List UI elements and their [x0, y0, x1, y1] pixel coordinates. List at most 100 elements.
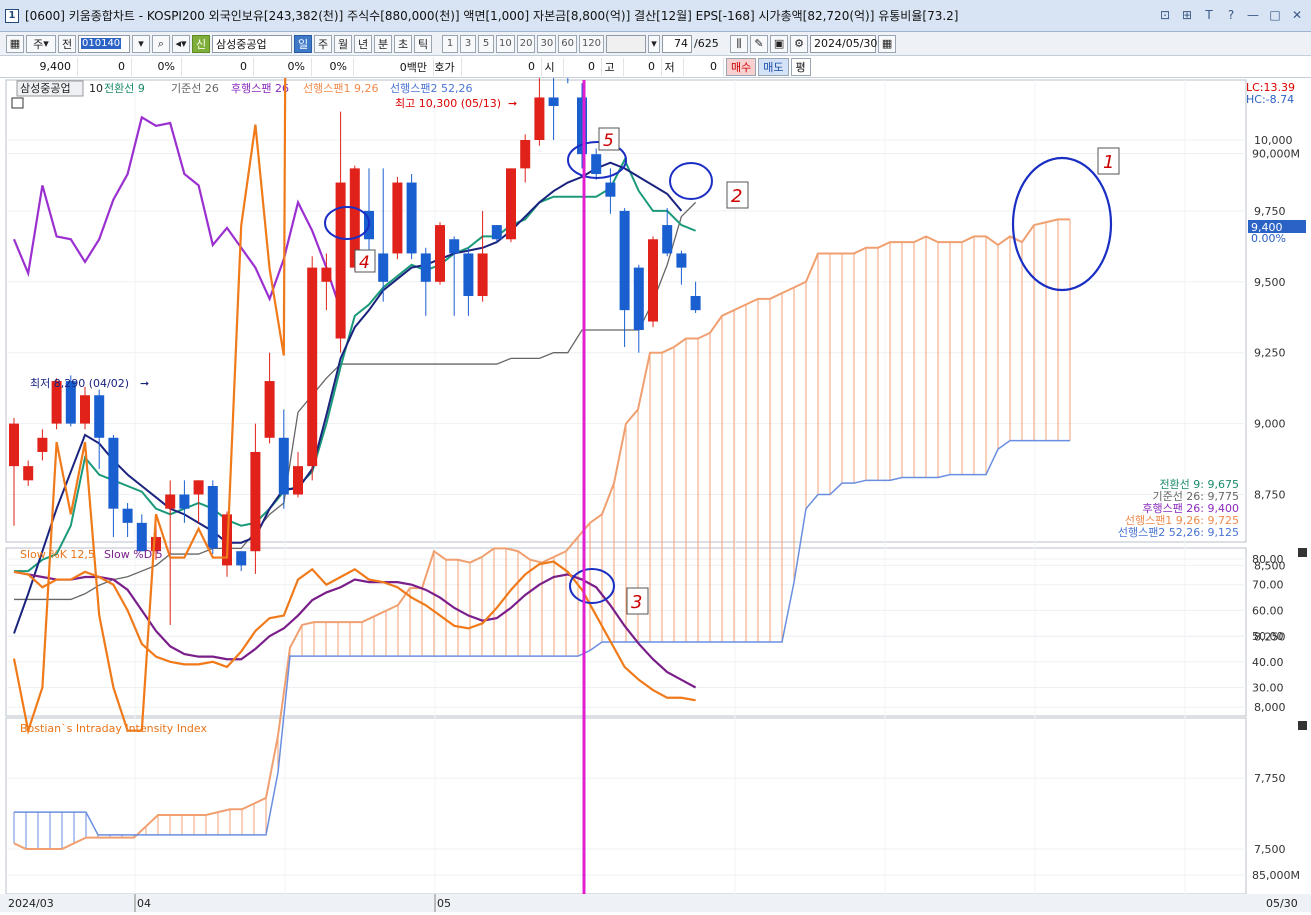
maximize-icon[interactable]: □: [1267, 8, 1283, 22]
table-icon[interactable]: [11, 97, 24, 109]
y-tick-bostian: 85,000M: [1252, 869, 1300, 882]
draw-tool-icon[interactable]: ✎: [750, 34, 769, 53]
low-note: 최저 8,290 (04/02): [30, 377, 129, 390]
high-note: 최고 10,300 (05/13): [395, 97, 501, 110]
candle-body: [477, 253, 488, 296]
sound-icon[interactable]: ◂▾: [172, 34, 190, 53]
minute-10[interactable]: 10: [496, 34, 515, 53]
save-icon[interactable]: ▣: [770, 34, 789, 53]
candle-body: [236, 551, 247, 566]
help-icon[interactable]: ?: [1223, 8, 1239, 22]
candle-body: [676, 253, 687, 268]
annotation-circle-2: [669, 162, 713, 200]
candle-body: [662, 225, 673, 254]
candle-body: [548, 97, 559, 106]
quote-bar: 9,400 0 0% 0 0% 0% 0백만 호가 0 시 0 고 0 저 0 …: [0, 56, 1311, 78]
y-tick-stoch: 70.00: [1252, 579, 1284, 592]
interval-month[interactable]: 월: [334, 34, 352, 53]
date-input[interactable]: 2024/05/30: [810, 34, 877, 53]
minute-5[interactable]: 5: [478, 34, 494, 53]
candle-body: [605, 182, 616, 197]
candle-type-icon[interactable]: ⫼: [730, 34, 749, 53]
candle-body: [94, 395, 105, 438]
minute-3[interactable]: 3: [460, 34, 476, 53]
search-icon[interactable]: ⌕: [152, 34, 170, 53]
candle-body: [392, 182, 403, 254]
candle-body: [9, 423, 19, 467]
stock-code-input[interactable]: 010140: [78, 34, 130, 53]
period-select[interactable]: 주 ▾: [26, 34, 56, 53]
y-tick-main: 10,000: [1254, 134, 1293, 147]
y-tick-main: 9,750: [1254, 205, 1286, 218]
eval-button[interactable]: 평: [790, 57, 811, 76]
calendar-icon[interactable]: ▦: [878, 34, 897, 53]
annotation-label-1: 1: [1103, 152, 1114, 173]
open-value: 0: [564, 57, 602, 76]
interval-second[interactable]: 초: [394, 34, 412, 53]
ichimoku-cloud: [13, 219, 1071, 849]
chart-toolbar: ▦ 주 ▾ 전 010140 ▾ ⌕ ◂▾ 신 삼성중공업 일 주 월 년 분 초…: [0, 32, 1311, 56]
custom-dropdown-icon[interactable]: ▾: [648, 34, 661, 53]
tile-icon[interactable]: ⊞: [1179, 8, 1195, 22]
x-axis-bar: [0, 894, 1311, 912]
candle-body: [278, 437, 289, 495]
hoga-value: 0: [462, 57, 542, 76]
legend-period: 10: [89, 82, 103, 95]
custom-minute-input[interactable]: [606, 34, 647, 53]
interval-week[interactable]: 주: [314, 34, 332, 53]
code-dropdown-icon[interactable]: ▾: [132, 34, 150, 53]
candle-body: [690, 295, 701, 311]
count-input[interactable]: 74: [662, 34, 693, 53]
high-arrow-icon: ➞: [508, 97, 517, 110]
minimize-icon[interactable]: —: [1245, 8, 1261, 22]
new-badge[interactable]: 신: [192, 34, 210, 53]
high-label: 고: [602, 57, 624, 76]
minute-30[interactable]: 30: [537, 34, 557, 53]
y-tick-main: 9,500: [1254, 276, 1286, 289]
bostian-close-icon[interactable]: [1298, 721, 1307, 730]
close-icon[interactable]: ✕: [1289, 8, 1305, 22]
gear-icon[interactable]: ⚙: [790, 34, 809, 53]
price-tag-percent: 0.00%: [1251, 232, 1286, 245]
y-tick-stoch: 50.00: [1252, 630, 1284, 643]
interval-tick[interactable]: 틱: [414, 34, 432, 53]
link-icon[interactable]: ⊡: [1157, 8, 1173, 22]
candle-body: [293, 466, 303, 495]
candle-body: [633, 267, 644, 331]
change-percent: 0%: [132, 57, 182, 76]
chart-area[interactable]: 삼성중공업 10 전환선 9 기준선 26 후행스팬 26 선행스팬1 9,26…: [0, 0, 1311, 915]
annotation-label-2: 2: [731, 186, 742, 207]
window-number-badge[interactable]: 1: [5, 8, 19, 23]
candle-body: [321, 267, 332, 282]
legend-chikou: 후행스팬 26: [231, 82, 289, 95]
bostian-y-axis: 115,000M110,000M105,000M100,000M95,000M9…: [1252, 148, 1300, 883]
grid-icon[interactable]: ▦: [6, 34, 24, 53]
interval-year[interactable]: 년: [354, 34, 372, 53]
stoch-close-icon[interactable]: [1298, 548, 1307, 557]
buy-button[interactable]: 매수: [726, 57, 757, 76]
interval-minute[interactable]: 분: [374, 34, 392, 53]
minute-20[interactable]: 20: [516, 34, 536, 53]
candle-body: [264, 381, 275, 438]
value-span-b: 선행스팬2 52,26: 9,125: [1118, 526, 1239, 539]
low-label: 저: [662, 57, 684, 76]
minute-60[interactable]: 60: [558, 34, 577, 53]
minute-1[interactable]: 1: [442, 34, 458, 53]
interval-day[interactable]: 일: [294, 34, 312, 53]
span-a-line: [13, 218, 1070, 850]
sell-button[interactable]: 매도: [758, 57, 789, 76]
prev-button[interactable]: 전: [58, 34, 76, 53]
candle-body: [335, 182, 346, 339]
annotation-circle-4: [324, 206, 370, 240]
stock-name-field[interactable]: 삼성중공업: [212, 34, 292, 53]
price-change: 0: [78, 57, 132, 76]
font-icon[interactable]: T: [1201, 8, 1217, 22]
annotation-label-3: 3: [631, 592, 642, 613]
title-bar: 1 [0600] 키움종합차트 - KOSPI200 외국인보유[243,382…: [0, 0, 1311, 32]
candle-body: [463, 253, 474, 296]
y-tick-bostian: 90,000M: [1252, 148, 1300, 161]
minute-120[interactable]: 120: [578, 34, 605, 53]
chart-svg[interactable]: 삼성중공업 10 전환선 9 기준선 26 후행스팬 26 선행스팬1 9,26…: [0, 0, 1311, 915]
annotation-label-4: 4: [359, 253, 370, 273]
y-tick-main: 8,750: [1254, 489, 1286, 502]
